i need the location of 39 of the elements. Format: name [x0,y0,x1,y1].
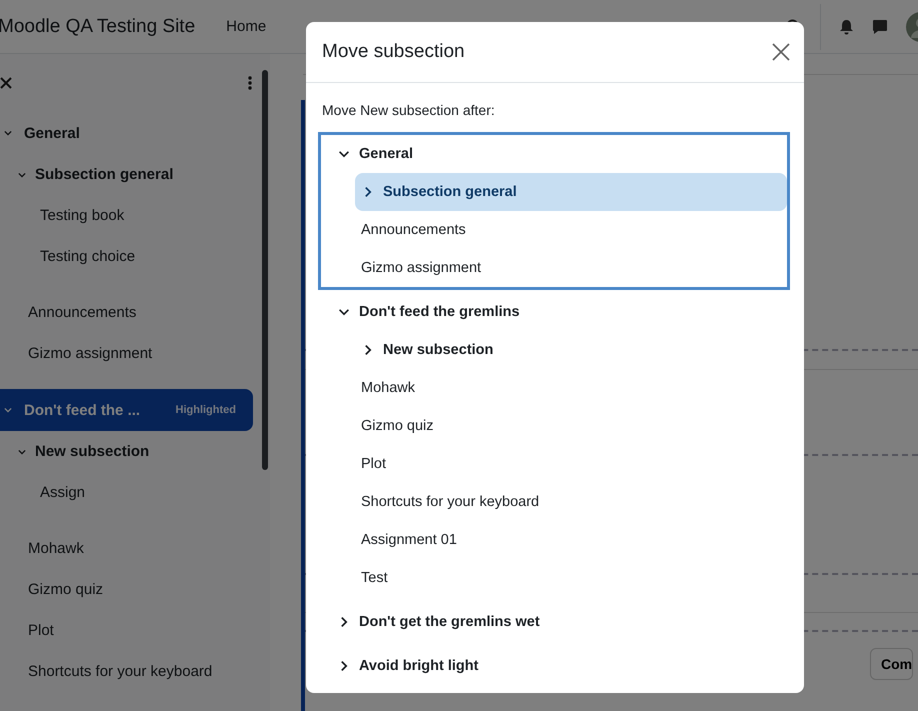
activity-link[interactable]: Shortcuts for your keyboard [0,651,270,692]
activity-item[interactable]: Gizmo quiz [321,407,787,445]
activity-link[interactable]: Testing choice [0,236,270,277]
chat-icon[interactable] [872,18,888,34]
activity-link[interactable]: Mohawk [0,528,270,569]
nav-link[interactable]: Home [226,18,266,35]
section-title: Don't feed the ... [24,402,140,418]
activity-item[interactable]: Gizmo assignment [321,249,787,287]
activity-link[interactable]: Testing book [0,195,270,236]
dialog-title: Move subsection [322,41,465,63]
highlighted-label: Highlighted [176,404,236,416]
close-icon[interactable] [0,77,12,89]
section-item[interactable]: General [0,112,253,154]
complete-button[interactable]: Com [870,648,914,680]
section-item[interactable]: Don't feed the gremlins [321,293,787,331]
section-title: General [24,124,80,142]
activity-item[interactable]: Announcements [321,211,787,249]
activity-item[interactable]: Plot [321,445,787,483]
subsection-item[interactable]: New subsection [0,431,270,472]
dialog-prompt: Move New subsection after: [322,102,496,118]
activity-item[interactable]: Test [321,559,787,597]
scrollbar[interactable] [262,70,268,470]
activity-link[interactable]: Gizmo assignment [0,333,270,374]
section-item[interactable]: Don't feed the ... Highlighted [0,389,253,431]
activity-item[interactable]: Assignment 01 [321,521,787,559]
activity-link[interactable]: Announcements [0,292,270,333]
activity-link[interactable]: Assign [0,472,270,513]
more-icon[interactable] [248,76,252,90]
activity-item[interactable]: Mohawk [321,369,787,407]
activity-link[interactable]: Plot [0,610,270,651]
subsection-item[interactable]: Subsection general [355,173,787,211]
activity-link[interactable]: Gizmo quiz [0,569,270,610]
section-item[interactable]: Don't get the gremlins wet [321,603,787,641]
subsection-item[interactable]: New subsection [355,331,787,369]
section-item[interactable]: General [321,135,787,173]
subsection-item[interactable]: Subsection general [0,154,270,195]
bell-icon[interactable] [839,18,854,34]
activity-item[interactable]: Shortcuts for your keyboard [321,483,787,521]
section-item[interactable]: Avoid bright light [321,647,787,685]
